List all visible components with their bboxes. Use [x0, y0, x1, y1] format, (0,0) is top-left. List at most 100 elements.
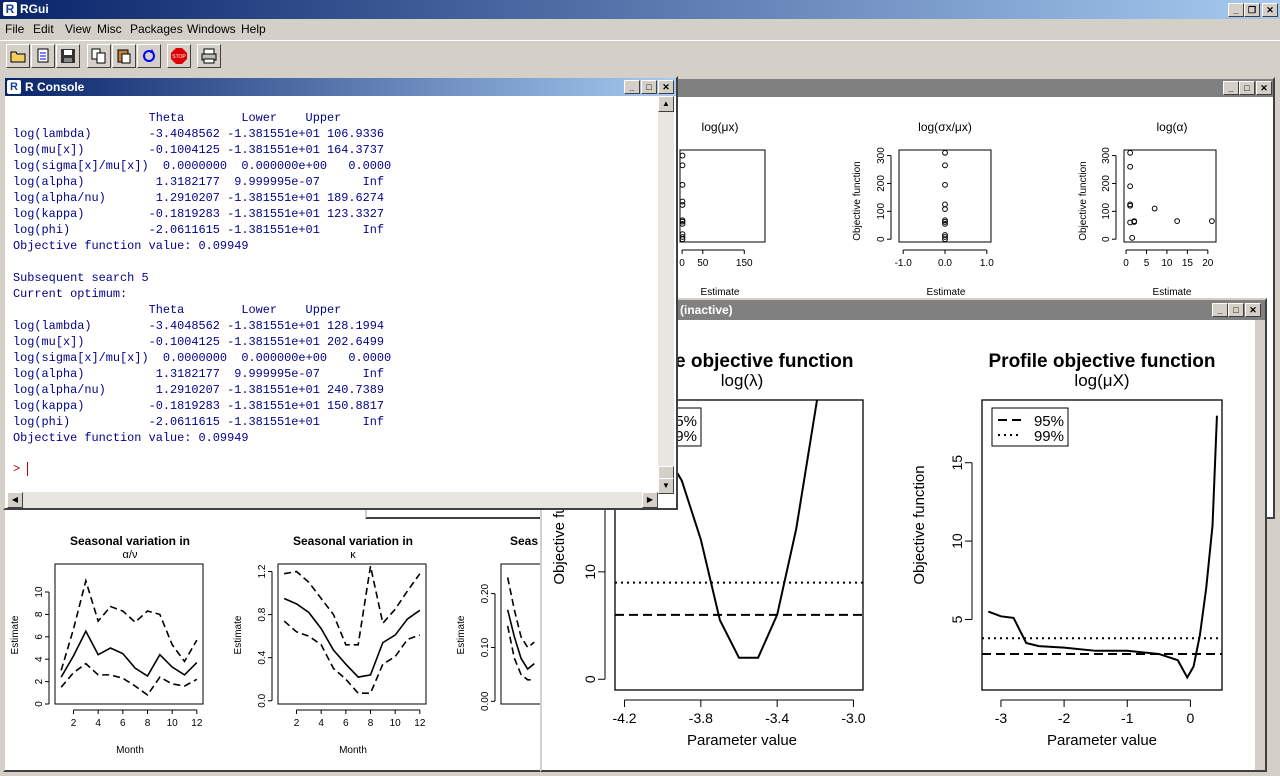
console-titlebar: R R Console _ □ ✕	[5, 78, 676, 96]
stop-button[interactable]: STOP	[167, 44, 191, 68]
scatter-minimize-icon[interactable]: _	[1223, 81, 1239, 95]
profile-close-icon[interactable]: ✕	[1245, 303, 1261, 317]
open-script-button[interactable]	[6, 44, 30, 68]
y-tick-label: 0.00	[480, 691, 491, 711]
print-icon	[201, 48, 217, 64]
x-tick-label: -1.0	[895, 258, 913, 269]
open-script-icon	[10, 51, 26, 63]
y-tick-label: 0.0	[257, 693, 268, 707]
scatter-point	[1129, 234, 1136, 241]
scatter-point	[679, 162, 686, 169]
load-workspace-button[interactable]	[31, 44, 55, 68]
scatter-point	[679, 152, 686, 159]
r-console-window[interactable]: R R Console _ □ ✕ Theta Lower Upper log(…	[3, 76, 678, 510]
scatter-panel-1-xlabel: Estimate	[701, 287, 740, 298]
y-tick-label: 4	[34, 656, 45, 662]
copy-icon	[91, 48, 106, 64]
scroll-right-icon[interactable]: ▶	[642, 492, 658, 508]
profile-minimize-icon[interactable]: _	[1212, 303, 1228, 317]
scatter-point	[1174, 218, 1181, 224]
console-vertical-scrollbar[interactable]: ▲ ▼	[658, 96, 674, 494]
scroll-up-icon[interactable]: ▲	[658, 96, 674, 112]
x-tick-label: 12	[191, 718, 203, 729]
y-tick-label: 200	[876, 175, 887, 192]
seasonal-panel-3: Seas Estimate 0.00 0.10 0.20	[456, 534, 542, 711]
profile-lambda-subtitle: log(λ)	[721, 371, 764, 390]
restore-icon[interactable]: ❐	[1244, 3, 1260, 17]
x-tick-label: 4	[95, 718, 101, 729]
scatter-panel-1-title: log(μx)	[702, 120, 739, 134]
seasonal-plot-window[interactable]: Seasonal variation in α/ν Estimate Month…	[3, 505, 545, 772]
console-prompt[interactable]: >	[13, 462, 36, 476]
x-tick-label: 10	[167, 718, 179, 729]
x-tick-label: 8	[368, 718, 374, 729]
console-title: R Console	[25, 80, 85, 94]
y-tick-label: 10	[34, 586, 45, 598]
scatter-maximize-icon[interactable]: □	[1239, 81, 1255, 95]
profile-mu-subtitle: log(μX)	[1074, 371, 1129, 390]
menu-help[interactable]: Help	[241, 22, 266, 36]
scatter-panel-2-xlabel: Estimate	[927, 287, 966, 298]
seasonal-panel-2-ylabel: Estimate	[233, 615, 244, 654]
scatter-panel-2-title: log(σx/μx)	[918, 120, 972, 134]
app-titlebar: R RGui _ ❐ ✕	[0, 0, 1280, 19]
profile-mu-title: Profile objective function	[989, 351, 1216, 372]
y-tick-label: 8	[34, 611, 45, 617]
app-title: RGui	[20, 2, 49, 16]
scatter-point	[679, 202, 686, 208]
x-tick-label: 6	[343, 718, 349, 729]
paste-button[interactable]	[112, 44, 136, 68]
console-r-icon: R	[7, 80, 21, 94]
close-icon[interactable]: ✕	[1262, 3, 1278, 17]
y-tick-label: 0	[34, 701, 45, 707]
y-tick-label: 0.10	[480, 637, 491, 657]
console-maximize-icon[interactable]: □	[641, 80, 657, 94]
profile-panel-mu: Profile objective function log(μX) Objec…	[911, 351, 1223, 749]
menu-view[interactable]: View	[65, 22, 91, 36]
scatter-panel-3: log(α) Objective function Estimate 0 5 10 1…	[1078, 120, 1217, 298]
seasonal-panel-1-ylabel: Estimate	[10, 615, 21, 654]
x-tick-label: 12	[414, 718, 426, 729]
menu-file[interactable]: File	[5, 22, 24, 36]
refresh-button[interactable]	[137, 44, 161, 68]
seasonal-panel-3-ylabel: Estimate	[456, 615, 467, 654]
stop-icon: STOP	[171, 48, 187, 64]
menu-packages[interactable]: Packages	[130, 22, 183, 36]
scatter-point	[1209, 218, 1215, 224]
seasonal-panel-1-xlabel: Month	[116, 745, 144, 756]
scroll-left-icon[interactable]: ◀	[7, 492, 23, 508]
copy-button[interactable]	[87, 44, 111, 68]
menu-edit[interactable]: Edit	[33, 22, 54, 36]
y-tick-label: 0	[582, 675, 598, 683]
refresh-icon	[143, 49, 155, 62]
x-tick-label: -3	[995, 710, 1008, 726]
console-close-icon[interactable]: ✕	[658, 80, 674, 94]
menu-windows[interactable]: Windows	[187, 22, 236, 36]
profile-maximize-icon[interactable]: □	[1228, 303, 1244, 317]
y-tick-label: 100	[876, 203, 887, 220]
minimize-icon[interactable]: _	[1228, 3, 1244, 17]
seasonal-panel-2-xlabel: Month	[339, 745, 367, 756]
console-output[interactable]: Theta Lower Upper log(lambda) -3.4048562…	[7, 96, 659, 494]
seasonal-panel-2-subtitle: κ	[350, 549, 356, 561]
profile-mu-ylabel: Objective function	[911, 465, 928, 584]
menu-misc[interactable]: Misc	[97, 22, 122, 36]
y-tick-label: 0.8	[257, 607, 268, 621]
scatter-close-icon[interactable]: ✕	[1256, 81, 1272, 95]
seasonal-panel-1-title: Seasonal variation in	[70, 534, 190, 548]
console-minimize-icon[interactable]: _	[624, 80, 640, 94]
seasonal-series-solid	[506, 609, 535, 671]
scatter-point	[942, 201, 948, 208]
scatter-point	[942, 206, 948, 213]
console-horizontal-scrollbar[interactable]: ◀ ▶	[7, 492, 658, 508]
y-tick-label: 0.20	[480, 583, 491, 603]
y-tick-label: 200	[1101, 175, 1112, 192]
scroll-down-icon[interactable]: ▼	[658, 478, 674, 494]
x-tick-label: 0	[679, 258, 685, 269]
save-button[interactable]	[56, 44, 80, 68]
plot-frame	[277, 563, 427, 705]
x-tick-label: 2	[71, 718, 77, 729]
print-button[interactable]	[197, 44, 221, 68]
menu-bar: File Edit View Misc Packages Windows Hel…	[0, 19, 1280, 39]
console-text: Theta Lower Upper log(lambda) -3.4048562…	[13, 111, 392, 445]
